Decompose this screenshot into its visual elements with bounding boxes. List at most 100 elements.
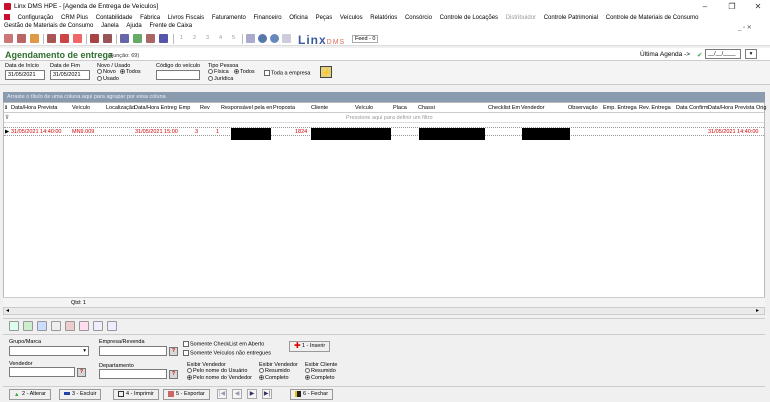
menu-configuracao[interactable]: Configuração [18,15,54,21]
word-icon[interactable] [37,321,47,331]
empresa-lookup-button[interactable]: ? [169,347,178,356]
imprimir-button[interactable]: 4 - Imprimir [113,389,159,400]
scroll-right-icon[interactable]: ▸ [756,307,759,314]
excel-icon[interactable] [23,321,33,331]
col-proposta[interactable]: Proposta [273,105,295,111]
menu-livros-fiscais[interactable]: Livros Fiscais [168,15,204,21]
cliente-resumido-radio[interactable]: Resumido [305,368,336,374]
toolbar-icon-7[interactable] [90,34,99,43]
menu-relatorios[interactable]: Relatórios [370,15,397,21]
col-observacao[interactable]: Observação [568,105,598,111]
col-emp-entrega[interactable]: Emp. Entrega [603,105,637,111]
menu-oficina[interactable]: Oficina [289,15,308,21]
col-placa[interactable]: Placa [393,105,407,111]
vendedor-resumido-radio[interactable]: Resumido [259,368,290,374]
usado-radio[interactable]: Usado [97,76,119,82]
menu-janela[interactable]: Janela [101,23,119,29]
col-vendedor[interactable]: Vendedor [521,105,545,111]
cliente-completo-radio[interactable]: Completo [305,375,335,381]
somente-checklist-checkbox[interactable]: Somente CheckList em Aberto [183,341,264,347]
insert-button[interactable]: ✚1 - Inserir [289,341,331,352]
toolbar-number-5[interactable]: 5 [232,35,235,41]
col-data-hora-prevista[interactable]: Data/Hora Prevista [11,105,57,111]
nav-next-button[interactable]: ▶ [247,389,257,399]
toolbar-icon-11[interactable] [146,34,155,43]
pelo-nome-usuario-radio[interactable]: Pelo nome do Usuário [187,368,247,374]
vendedor-lookup-button[interactable]: ? [77,368,86,377]
col-responsavel[interactable]: Responsável pela en [221,105,272,111]
col-rev-entrega[interactable]: Rev. Entrega [639,105,671,111]
menu-controle-locacoes[interactable]: Controle de Locações [440,15,498,21]
col-data-hora-entrega[interactable]: Data/Hora Entreg [134,105,177,111]
menu-crm-plus[interactable]: CRM Plus [61,15,88,21]
col-veiculo-2[interactable]: Veículo [355,105,373,111]
menu-pecas[interactable]: Peças [316,15,333,21]
codigo-veiculo-input[interactable] [156,70,200,80]
col-rev[interactable]: Rev [200,105,210,111]
menu-distribuidor[interactable]: Distribuidor [506,15,536,21]
menu-controle-patrimonial[interactable]: Controle Patrimonial [544,15,598,21]
novo-radio[interactable]: Novo [97,69,116,75]
vendedor-input[interactable] [9,367,75,377]
departamento-input[interactable] [99,369,167,379]
nav-last-button[interactable]: ▶| [262,389,272,399]
menu-contabilidade[interactable]: Contabilidade [96,15,133,21]
todos-radio[interactable]: Todos [120,69,141,75]
menu-consorcio[interactable]: Consórcio [405,15,432,21]
col-emp[interactable]: Emp [179,105,190,111]
col-localizacao[interactable]: Localização [106,105,135,111]
toolbar-icon-3[interactable] [30,34,39,43]
ultima-agenda-date[interactable]: __/__/____ [705,49,741,59]
toolbar-icon-4[interactable] [47,34,56,43]
toolbar-number-3[interactable]: 3 [206,35,209,41]
toolbar-number-2[interactable]: 2 [193,35,196,41]
toolbar-icon-8[interactable] [103,34,112,43]
juridica-radio[interactable]: Jurídica [208,76,233,82]
globe-icon[interactable] [258,34,267,43]
pelo-nome-vendedor-radio[interactable]: Pelo nome do Vendedor [187,375,252,381]
toolbar-icon-10[interactable] [133,34,142,43]
alterar-button[interactable]: ▲ 2 - Alterar [9,389,51,400]
close-button[interactable]: ✕ [748,1,768,12]
toolbar-icon-6[interactable] [73,34,82,43]
col-data-confirm[interactable]: Data Confirm [676,105,708,111]
excluir-button[interactable]: 3 - Excluir [59,389,102,400]
nav-first-button[interactable]: |◀ [217,389,227,399]
vendedor-completo-radio[interactable]: Completo [259,375,289,381]
col-cliente[interactable]: Cliente [311,105,328,111]
toolbar-icon-5[interactable] [60,34,69,43]
menu-faturamento[interactable]: Faturamento [212,15,246,21]
scroll-left-icon[interactable]: ◂ [6,307,9,314]
menu-veiculos[interactable]: Veículos [340,15,363,21]
menu-gestao-materiais[interactable]: Gestão de Materiais de Consumo [4,23,93,29]
toolbar-icon-12[interactable] [159,34,168,43]
grid-filter-row[interactable]: ⊽ Pressione aqui para definir um filtro [4,114,764,123]
menu-fabrica[interactable]: Fábrica [140,15,160,21]
fechar-button[interactable]: 6 - Fechar [290,389,334,400]
todos-pessoa-radio[interactable]: Todos [234,69,255,75]
col-data-hora-prevista-orig[interactable]: Data/Hora Prevista Orig [708,105,766,111]
nav-prev-button[interactable]: ◀ [232,389,242,399]
restore-button[interactable]: ❐ [722,1,742,12]
toolbar-icon-9[interactable] [120,34,129,43]
grupo-marca-select[interactable]: ▾ [9,346,89,356]
menu-frente-caixa[interactable]: Frente de Caixa [149,23,192,29]
group-by-hint[interactable]: Arraste o título de uma coluna aqui para… [3,92,765,102]
exportar-button[interactable]: 5 - Exportar [163,389,210,400]
data-fim-input[interactable]: 31/05/2021 [50,70,90,80]
horizontal-scrollbar[interactable]: ◂ ▸ [3,307,765,315]
col-chassi[interactable]: Chassi [418,105,435,111]
somente-veiculos-checkbox[interactable]: Somente Veículos não entregues [183,350,271,356]
toolbar-number-4[interactable]: 4 [219,35,222,41]
menu-financeiro[interactable]: Financeiro [254,15,282,21]
export-icon[interactable] [79,321,89,331]
toolbar-icon-1[interactable] [4,34,13,43]
print-icon[interactable] [51,321,61,331]
toolbar-number-1[interactable]: 1 [180,35,183,41]
search-lightning-button[interactable]: ⚡ [320,66,332,78]
minimize-button[interactable]: – [695,1,715,12]
menu-controle-materiais[interactable]: Controle de Materiais de Consumo [606,15,699,21]
layout-icon[interactable] [107,321,117,331]
window-icon[interactable] [282,34,291,43]
fisica-radio[interactable]: Física [208,69,229,75]
